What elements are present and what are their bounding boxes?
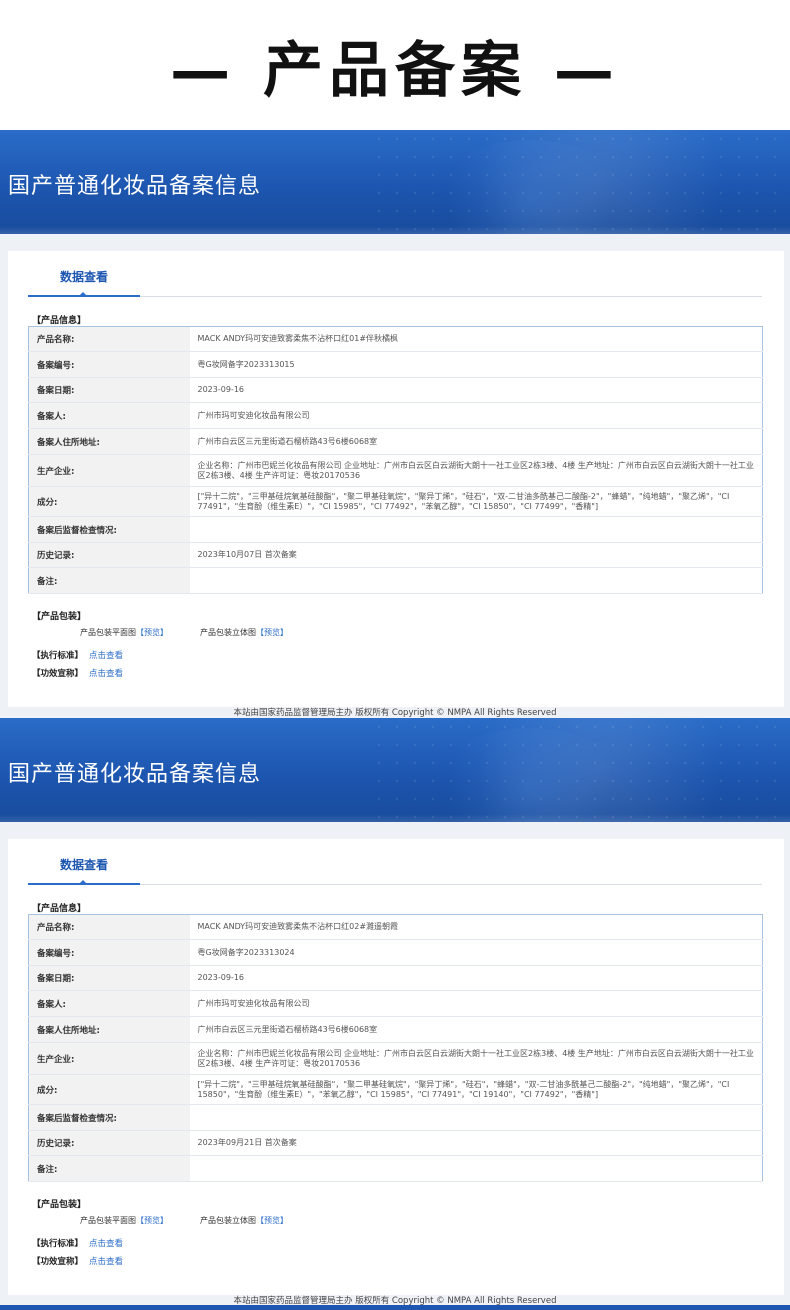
tab-label: 数据查看	[59, 270, 108, 284]
footer: 本站由国家药品监督管理局主办 版权所有 Copyright © NMPA All…	[0, 708, 790, 718]
table-row: 备案日期: 2023-09-16	[28, 377, 763, 403]
bottom-bar	[0, 1305, 790, 1310]
banner-title: 国产普通化妆品备案信息	[8, 762, 262, 787]
efficacy-label: 【功效宣称】	[32, 1257, 84, 1267]
table-row: 备案人: 广州市玛可安迪化妆品有限公司	[28, 402, 763, 429]
banner-title: 国产普通化妆品备案信息	[8, 174, 262, 199]
tab-bar: 数据查看	[28, 857, 762, 885]
table-row: 产品名称: MACK ANDY玛可安迪致雾柔焦不沾杯口红02#濉遥朝霞	[28, 914, 763, 940]
standard-row: 【执行标准】 点击查看	[32, 649, 123, 661]
record-card: 数据查看 【产品信息】 产品名称: MACK ANDY玛可安迪致雾柔焦不沾杯口红0…	[8, 251, 784, 707]
tab-caret-icon	[78, 292, 88, 297]
table-row: 生产企业: 企业名称：广州市巴妮兰化妆品有限公司 企业地址：广州市白云区白云湖街大…	[28, 454, 763, 487]
package-plan-label: 产品包装平面图	[80, 1216, 136, 1225]
package-plan-label: 产品包装平面图	[80, 628, 136, 637]
standard-label: 【执行标准】	[32, 1239, 84, 1249]
product-info-table: 产品名称: MACK ANDY玛可安迪致雾柔焦不沾杯口红01#伴秋橘枫 备案编号:…	[28, 326, 763, 594]
efficacy-label: 【功效宣称】	[32, 669, 84, 679]
table-row: 历史记录: 2023年09月21日 首次备案	[28, 1130, 763, 1156]
product-info-table: 产品名称: MACK ANDY玛可安迪致雾柔焦不沾杯口红02#濉遥朝霞 备案编号:…	[28, 914, 763, 1182]
record-section-2: 国产普通化妆品备案信息 数据查看 【产品信息】 产品名称: MACK ANDY玛可…	[0, 718, 790, 1306]
efficacy-row: 【功效宣称】 点击查看	[32, 1255, 123, 1267]
efficacy-view-link[interactable]: 点击查看	[89, 669, 123, 679]
tab-label: 数据查看	[59, 858, 108, 872]
product-info-label: 【产品信息】	[32, 316, 87, 326]
table-row: 成分: ["异十二烷"，"三甲基硅烷氧基硅酸酯"，"聚二甲基硅氧烷"，"聚异丁烯"…	[28, 486, 763, 517]
standard-row: 【执行标准】 点击查看	[32, 1237, 123, 1249]
table-row: 备案人住所地址: 广州市白云区三元里街道石榴桥路43号6楼6068室	[28, 1016, 763, 1043]
package-3d-label: 产品包装立体图	[200, 1216, 256, 1225]
efficacy-row: 【功效宣称】 点击查看	[32, 667, 123, 679]
package-label: 【产品包装】	[32, 612, 87, 622]
standard-view-link[interactable]: 点击查看	[89, 651, 123, 661]
table-row: 生产企业: 企业名称：广州市巴妮兰化妆品有限公司 企业地址：广州市白云区白云湖街大…	[28, 1042, 763, 1075]
product-info-label: 【产品信息】	[32, 904, 87, 914]
table-row: 备注:	[28, 1155, 763, 1182]
table-row: 备案编号: 粤G妆网备字2023313024	[28, 939, 763, 966]
table-row: 历史记录: 2023年10月07日 首次备案	[28, 542, 763, 568]
table-row: 产品名称: MACK ANDY玛可安迪致雾柔焦不沾杯口红01#伴秋橘枫	[28, 326, 763, 352]
preview-3d-link[interactable]: 【预览】	[256, 1216, 288, 1225]
tab-bar: 数据查看	[28, 269, 762, 297]
package-3d-label: 产品包装立体图	[200, 628, 256, 637]
record-card: 数据查看 【产品信息】 产品名称: MACK ANDY玛可安迪致雾柔焦不沾杯口红0…	[8, 839, 784, 1295]
table-row: 备案日期: 2023-09-16	[28, 965, 763, 991]
table-row: 备注:	[28, 567, 763, 594]
efficacy-view-link[interactable]: 点击查看	[89, 1257, 123, 1267]
banner: 国产普通化妆品备案信息	[0, 718, 790, 822]
standard-view-link[interactable]: 点击查看	[89, 1239, 123, 1249]
tab-data-view[interactable]: 数据查看	[28, 857, 140, 885]
table-row: 备案编号: 粤G妆网备字2023313015	[28, 351, 763, 378]
table-row: 成分: ["异十二烷"，"三甲基硅烷氧基硅酸酯"，"聚二甲基硅氧烷"，"聚异丁烯"…	[28, 1074, 763, 1105]
standard-label: 【执行标准】	[32, 651, 84, 661]
table-row: 备案后监督检查情况:	[28, 516, 763, 543]
page-title: — 产品备案 —	[170, 35, 620, 106]
package-row: 产品包装平面图【预览】 产品包装立体图【预览】	[80, 627, 288, 638]
preview-plan-link[interactable]: 【预览】	[136, 628, 168, 637]
tab-data-view[interactable]: 数据查看	[28, 269, 140, 297]
preview-plan-link[interactable]: 【预览】	[136, 1216, 168, 1225]
package-label: 【产品包装】	[32, 1200, 87, 1210]
table-row: 备案人住所地址: 广州市白云区三元里街道石榴桥路43号6楼6068室	[28, 428, 763, 455]
tab-caret-icon	[78, 880, 88, 885]
record-section-1: 国产普通化妆品备案信息 数据查看 【产品信息】 产品名称: MACK ANDY玛可…	[0, 130, 790, 718]
package-row: 产品包装平面图【预览】 产品包装立体图【预览】	[80, 1215, 288, 1226]
preview-3d-link[interactable]: 【预览】	[256, 628, 288, 637]
table-row: 备案人: 广州市玛可安迪化妆品有限公司	[28, 990, 763, 1017]
table-row: 备案后监督检查情况:	[28, 1104, 763, 1131]
banner: 国产普通化妆品备案信息	[0, 130, 790, 234]
